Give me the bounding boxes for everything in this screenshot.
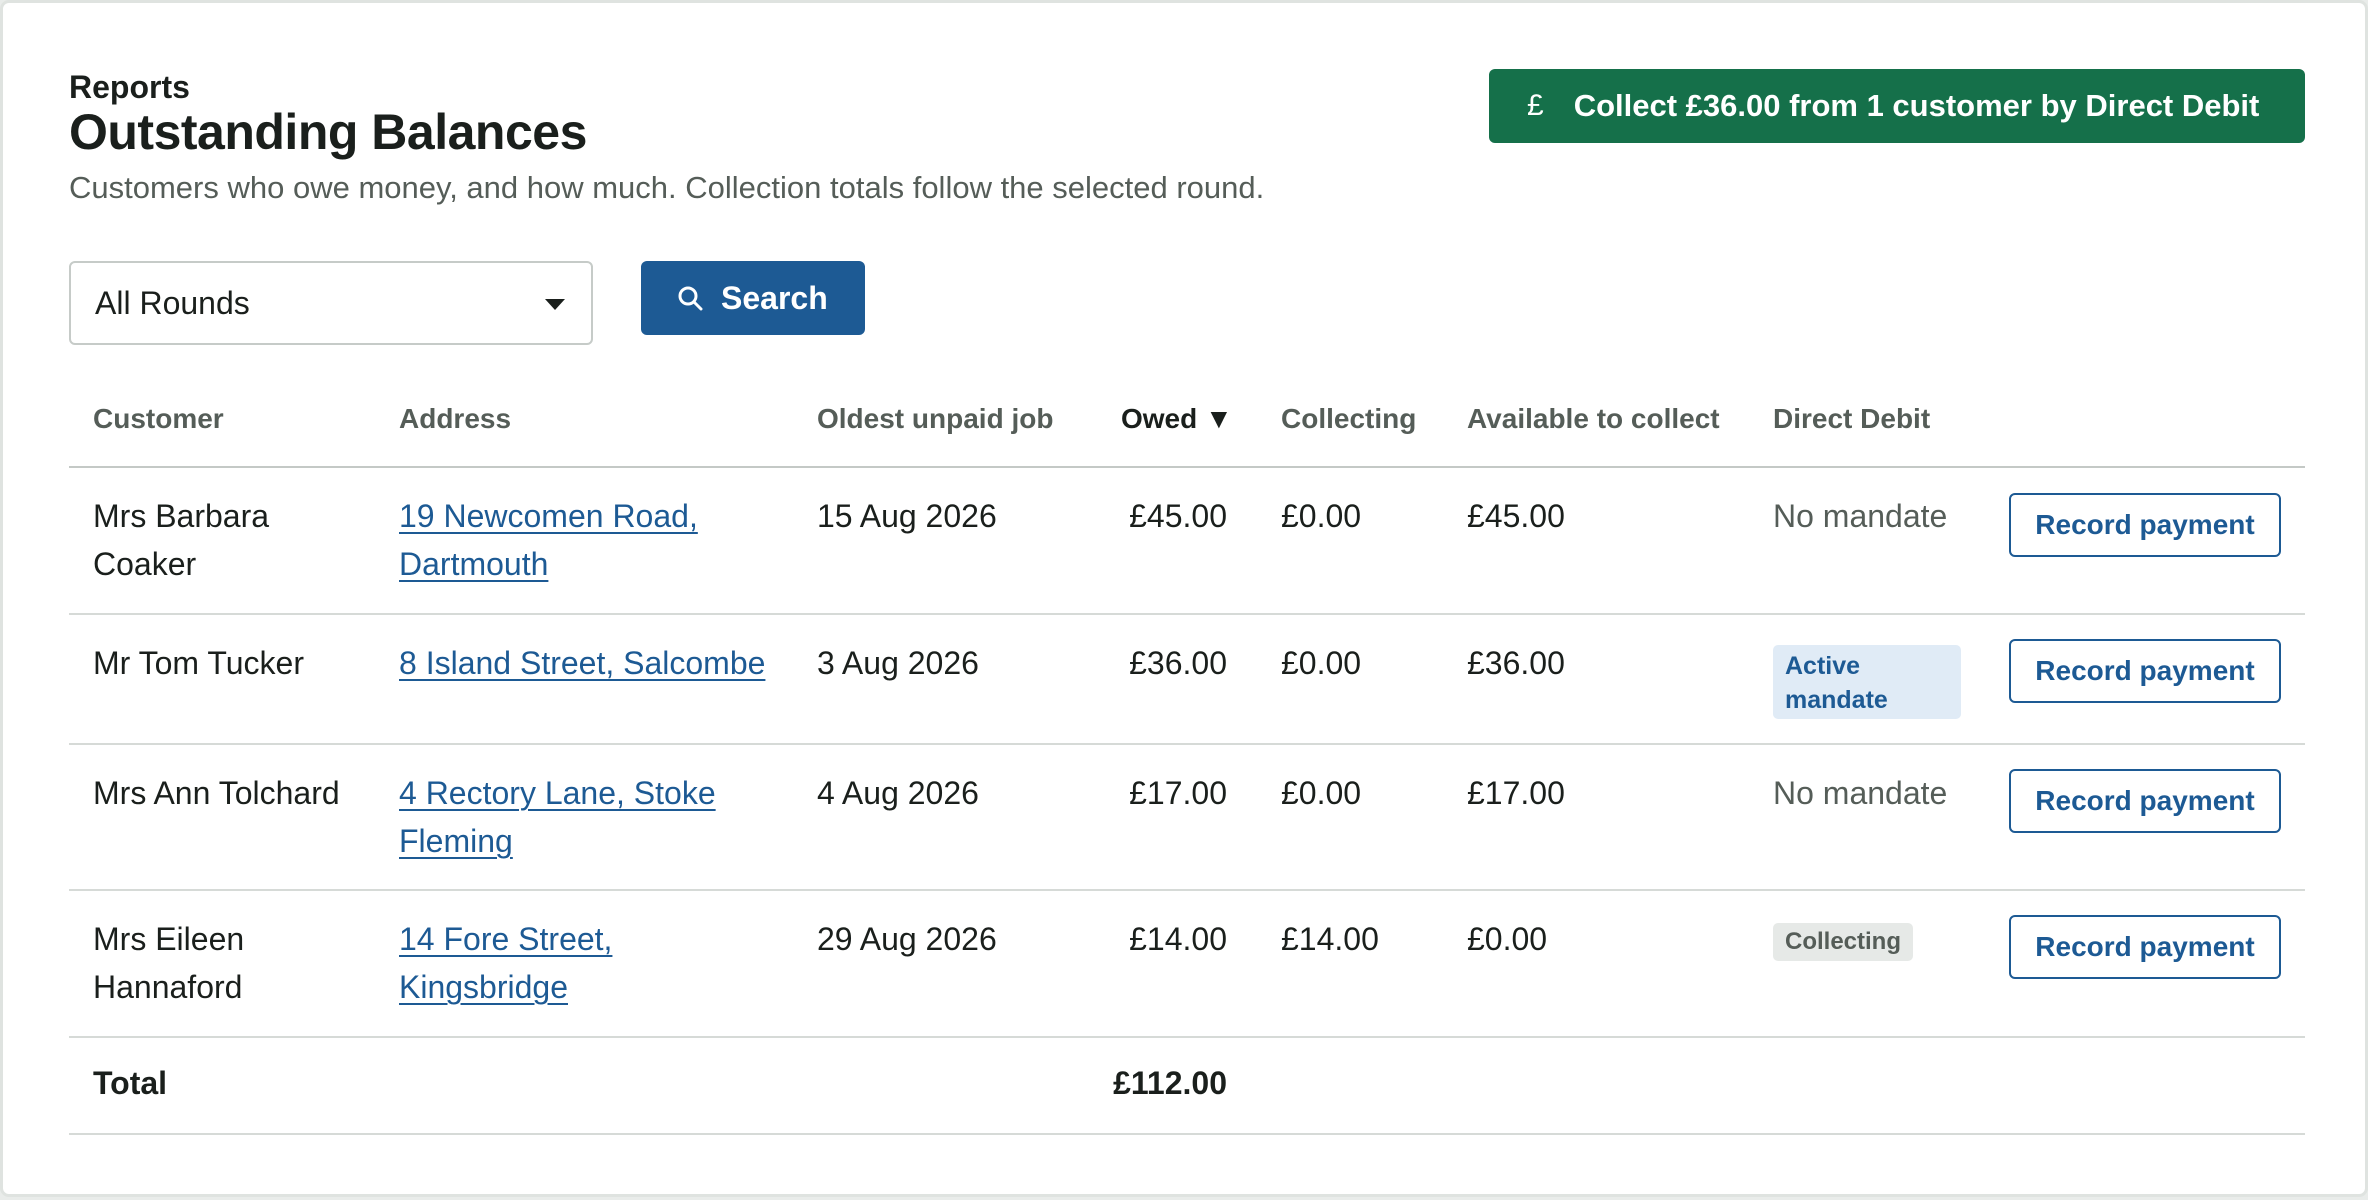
collecting-status-badge: Collecting [1773, 923, 1914, 961]
row-divider [69, 889, 2305, 891]
owed-amount: £14.00 [1129, 921, 1227, 957]
chevron-down-icon [545, 299, 565, 310]
round-select[interactable]: All Rounds [69, 261, 593, 345]
search-button[interactable]: Search [641, 261, 865, 335]
active-mandate-badge: Active mandate [1773, 645, 1961, 719]
column-header-collecting: Collecting [1281, 403, 1417, 434]
available-amount: £0.00 [1467, 921, 1548, 957]
record-payment-button[interactable]: Record payment [2009, 915, 2281, 979]
table-bottom-divider [69, 1133, 2305, 1135]
oldest-unpaid-job: 29 Aug 2026 [817, 921, 997, 957]
pound-icon: £ [1527, 89, 1544, 122]
column-header-customer: Customer [93, 403, 224, 434]
column-header-address: Address [399, 403, 512, 434]
row-divider [69, 743, 2305, 745]
total-owed: £112.00 [1113, 1065, 1227, 1101]
column-header-direct-debit: Direct Debit [1773, 403, 1931, 434]
available-amount: £17.00 [1467, 775, 1565, 811]
customer-address-link[interactable]: 4 Rectory Lane, Stoke Fleming [399, 769, 779, 865]
report-card: Reports Outstanding Balances Customers w… [0, 0, 2368, 1197]
search-icon [678, 286, 703, 311]
available-amount: £45.00 [1467, 498, 1565, 534]
customer-name: Mrs Barbara Coaker [93, 498, 270, 582]
page-title: Outstanding Balances [69, 104, 587, 160]
customer-address-link[interactable]: 14 Fore Street, Kingsbridge [399, 915, 779, 1011]
row-divider [69, 613, 2305, 615]
round-select-value: All Rounds [95, 284, 250, 321]
record-payment-button[interactable]: Record payment [2009, 493, 2281, 557]
header-divider [69, 466, 2305, 468]
collecting-amount: £0.00 [1281, 775, 1362, 811]
row-divider [69, 1036, 2305, 1038]
oldest-unpaid-job: 3 Aug 2026 [817, 645, 979, 681]
collecting-amount: £14.00 [1281, 921, 1379, 957]
owed-amount: £45.00 [1129, 498, 1227, 534]
available-amount: £36.00 [1467, 645, 1565, 681]
customer-name: Mrs Ann Tolchard [93, 775, 340, 811]
column-header-available-to-collect: Available to collect [1467, 403, 1720, 434]
direct-debit-status: No mandate [1773, 775, 1948, 811]
owed-amount: £17.00 [1129, 775, 1227, 811]
customer-address-link[interactable]: 8 Island Street, Salcombe [399, 639, 799, 687]
customer-name: Mr Tom Tucker [93, 645, 304, 681]
total-label: Total [93, 1065, 168, 1101]
direct-debit-status: No mandate [1773, 498, 1948, 534]
breadcrumb: Reports [69, 69, 190, 105]
record-payment-button[interactable]: Record payment [2009, 639, 2281, 703]
oldest-unpaid-job: 15 Aug 2026 [817, 498, 997, 534]
search-button-label: Search [721, 279, 828, 316]
page-subtitle: Customers who owe money, and how much. C… [69, 170, 1265, 205]
column-header-owed-sorted[interactable]: Owed ▼ [1121, 403, 1233, 435]
collecting-amount: £0.00 [1281, 645, 1362, 681]
oldest-unpaid-job: 4 Aug 2026 [817, 775, 979, 811]
owed-amount: £36.00 [1129, 645, 1227, 681]
customer-name: Mrs Eileen Hannaford [93, 921, 245, 1005]
collect-direct-debit-label: Collect £36.00 from 1 customer by Direct… [1573, 88, 2260, 123]
column-header-oldest-unpaid-job: Oldest unpaid job [817, 403, 1054, 434]
collect-direct-debit-button[interactable]: £ Collect £36.00 from 1 customer by Dire… [1489, 69, 2305, 143]
customer-address-link[interactable]: 19 Newcomen Road, Dartmouth [399, 492, 779, 588]
record-payment-button[interactable]: Record payment [2009, 769, 2281, 833]
collecting-amount: £0.00 [1281, 498, 1362, 534]
